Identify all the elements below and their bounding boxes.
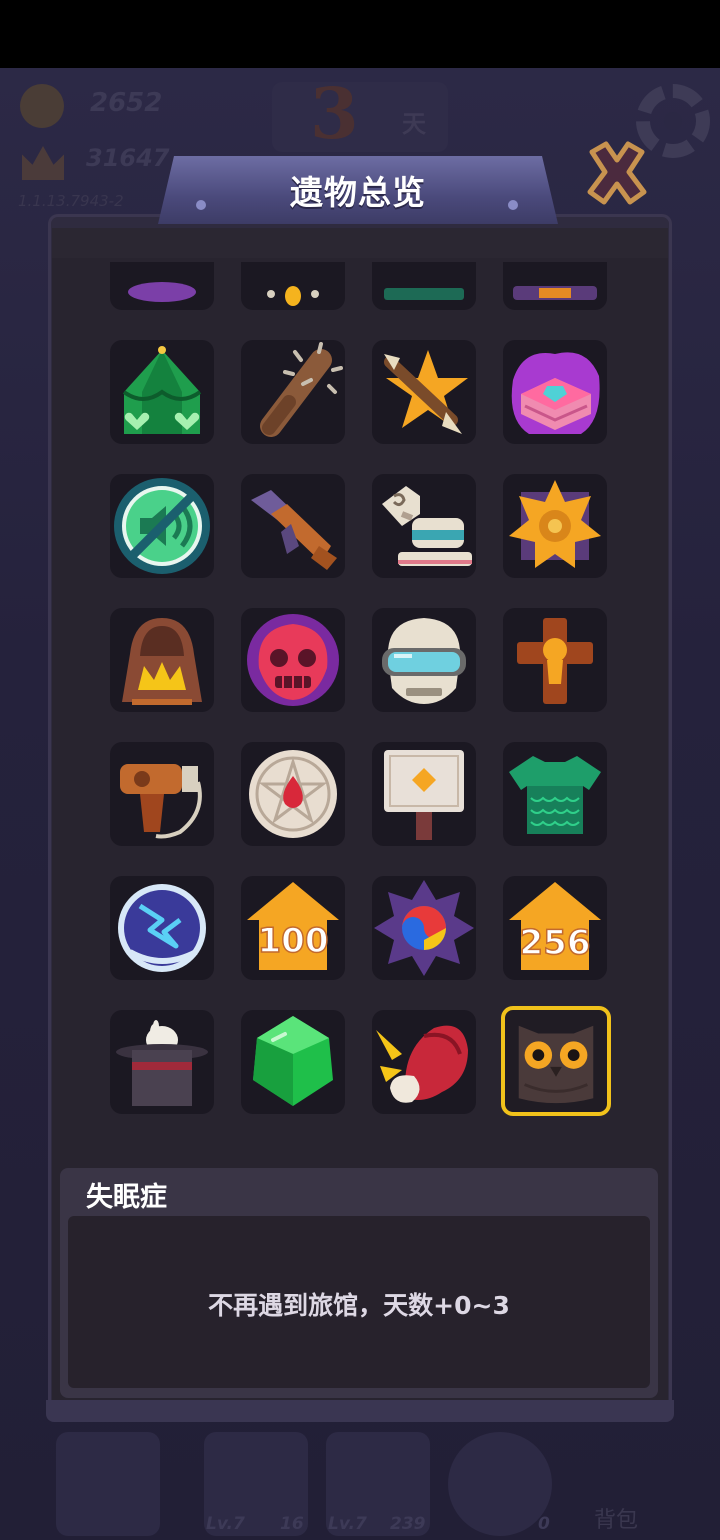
- slot-count: 16: [280, 1514, 304, 1534]
- skull-goggles-icon: [382, 618, 466, 704]
- relic-tile[interactable]: [503, 742, 607, 846]
- relic-tile[interactable]: [372, 262, 476, 310]
- relic-tile[interactable]: 100: [241, 876, 345, 980]
- relic-tile[interactable]: [503, 474, 607, 578]
- taiji-star-icon: [374, 880, 474, 976]
- relic-tile[interactable]: [372, 608, 476, 712]
- version-label: 1.1.13.7943-2: [18, 192, 124, 210]
- toy-horse-icon: [382, 486, 472, 566]
- hooded-campfire-icon: [122, 618, 202, 705]
- relic-tile[interactable]: [241, 474, 345, 578]
- sheriff-badge-icon: [509, 480, 601, 568]
- slot-level: Lv.7: [206, 1514, 245, 1534]
- relic-tile[interactable]: [372, 474, 476, 578]
- svg-text:100: 100: [258, 921, 329, 961]
- mute-icon: [114, 478, 210, 574]
- relic-tile[interactable]: [110, 1010, 214, 1114]
- relic-tile[interactable]: [110, 876, 214, 980]
- relic-tile[interactable]: [503, 262, 607, 310]
- relic-grid[interactable]: 100 256: [52, 262, 668, 1154]
- dialog-header-strip: [52, 228, 668, 258]
- svg-text:256: 256: [520, 923, 591, 963]
- day-label: 天: [402, 110, 426, 138]
- dialog-title: 遗物总览: [290, 173, 426, 212]
- relic-tile[interactable]: [241, 262, 345, 310]
- bottom-slot-hero: [56, 1432, 160, 1536]
- day-number: 3: [310, 72, 359, 155]
- dialog-footer-frame: [46, 1400, 674, 1422]
- relic-tile[interactable]: [110, 262, 214, 310]
- relic-tile[interactable]: [372, 876, 476, 980]
- slot-count: 0: [538, 1514, 550, 1534]
- golden-cross-icon: [517, 618, 593, 704]
- yellow-relic-partial-icon: [267, 286, 319, 306]
- hair-dryer-icon: [120, 764, 202, 839]
- close-x-icon: [587, 141, 647, 205]
- relic-description: 不再遇到旅馆，天数+0~3: [208, 1291, 510, 1320]
- green-tent-icon: [122, 346, 202, 434]
- relic-tile[interactable]: [110, 742, 214, 846]
- relic-tile[interactable]: [241, 340, 345, 444]
- relic-tile[interactable]: [241, 608, 345, 712]
- spiked-club-icon: [260, 342, 343, 437]
- slot-count: 239: [390, 1514, 426, 1534]
- slot-level: Lv.7: [328, 1514, 367, 1534]
- bottom-slot-target: [448, 1432, 552, 1536]
- bag-label: 背包: [594, 1508, 639, 1533]
- relic-tile[interactable]: [503, 608, 607, 712]
- rifle-icon: [251, 490, 337, 570]
- green-relic-partial-icon: [384, 288, 464, 300]
- relic-tile-selected[interactable]: [501, 1006, 611, 1116]
- coin-icon: [20, 84, 64, 128]
- owl-icon: [518, 1025, 594, 1104]
- relic-tile[interactable]: [241, 1010, 345, 1114]
- house-100-icon: 100: [247, 882, 339, 970]
- magic-hat-rabbit-icon: [116, 1020, 208, 1106]
- relic-tile[interactable]: [372, 1010, 476, 1114]
- scale-armor-icon: [509, 756, 601, 834]
- relic-tile[interactable]: [110, 340, 214, 444]
- close-button[interactable]: [582, 138, 652, 210]
- relic-tile[interactable]: [110, 608, 214, 712]
- pentagram-disc-icon: [249, 750, 337, 838]
- orange-relic-partial-icon: [513, 286, 597, 300]
- coin-count: 2652: [90, 88, 163, 118]
- relic-tile[interactable]: [110, 474, 214, 578]
- green-gem-icon: [253, 1016, 333, 1106]
- relic-tile[interactable]: [503, 340, 607, 444]
- purple-relic-partial-icon: [128, 282, 196, 302]
- meat-bone-icon: [376, 1025, 468, 1103]
- lightning-orb-icon: [118, 884, 206, 972]
- red-ghost-skull-icon: [247, 614, 339, 706]
- crown-count: 31647: [86, 144, 170, 172]
- house-256-icon: 256: [509, 882, 601, 970]
- signboard-icon: [384, 750, 464, 840]
- status-bar: [0, 0, 720, 68]
- cursed-book-icon: [511, 352, 600, 434]
- relic-tile[interactable]: [372, 742, 476, 846]
- relic-tile[interactable]: [372, 340, 476, 444]
- star-arrow-icon: [384, 350, 468, 434]
- relic-tile[interactable]: [241, 742, 345, 846]
- relic-tile[interactable]: 256: [503, 876, 607, 980]
- relic-name: 失眠症: [86, 1182, 167, 1213]
